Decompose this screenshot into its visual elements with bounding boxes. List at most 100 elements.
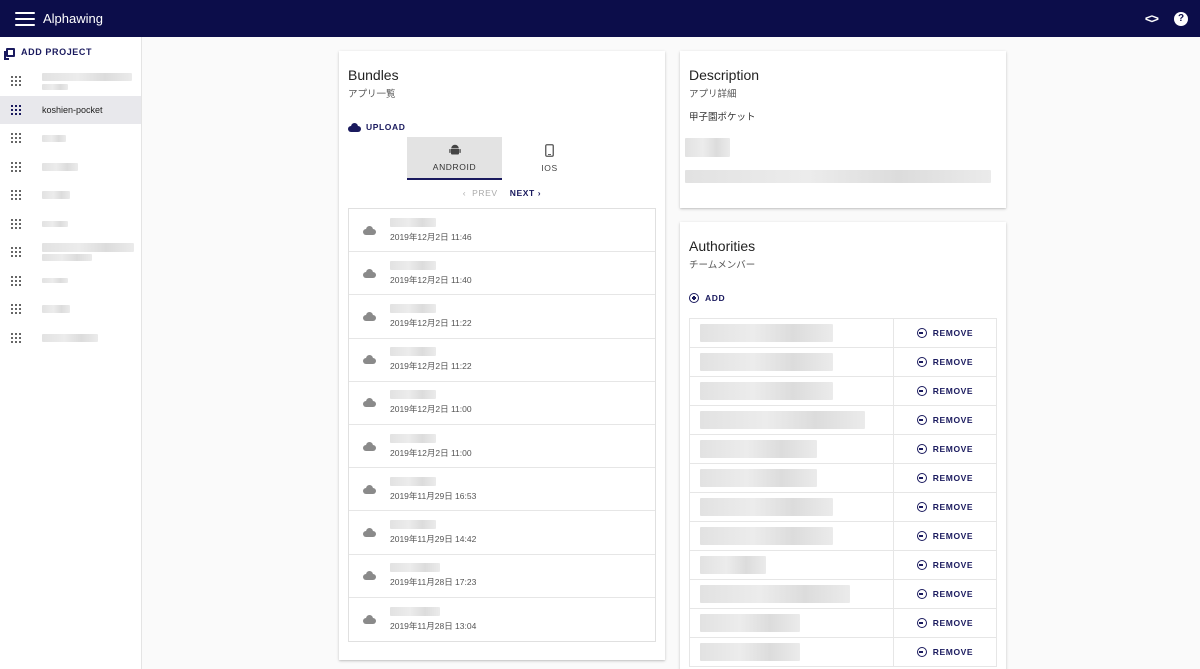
tab-ios-label: IOS (541, 163, 558, 173)
remove-circle-icon (916, 560, 927, 570)
redacted-bundle-name (390, 260, 436, 270)
upload-label: UPLOAD (366, 122, 406, 132)
redacted-member (700, 469, 817, 487)
apps-icon (11, 133, 21, 144)
remove-circle-icon (916, 444, 927, 454)
sidebar-project-label: koshien-pocket (42, 104, 103, 115)
cloud-download-icon (363, 355, 376, 365)
redacted-member (700, 585, 850, 603)
sidebar-project-item[interactable] (0, 210, 141, 239)
android-icon (448, 144, 461, 154)
redacted-bundle-name (390, 433, 436, 443)
bundle-date: 2019年12月2日 11:22 (390, 361, 472, 372)
remove-button[interactable]: REMOVE (893, 405, 997, 435)
bundle-row[interactable]: 2019年11月28日 17:23 (349, 555, 655, 598)
remove-button[interactable]: REMOVE (893, 550, 997, 580)
sidebar-project-item[interactable] (0, 124, 141, 153)
tab-ios[interactable]: IOS (502, 137, 597, 180)
remove-button[interactable]: REMOVE (893, 318, 997, 348)
sidebar-project-item[interactable] (0, 181, 141, 210)
redacted-bundle-name (390, 563, 440, 573)
sidebar-project-item[interactable] (0, 267, 141, 296)
bundles-title: Bundles (348, 67, 399, 83)
bundle-row[interactable]: 2019年11月29日 14:42 (349, 511, 655, 555)
cloud-download-icon (363, 268, 376, 278)
help-icon[interactable]: ? (1174, 11, 1188, 26)
bundle-row[interactable]: 2019年11月28日 13:04 (349, 598, 655, 641)
remove-button[interactable]: REMOVE (893, 579, 997, 609)
sidebar-project-item[interactable] (0, 153, 141, 182)
cloud-download-icon (363, 571, 376, 581)
cloud-download-icon (363, 441, 376, 451)
redacted-project-name (42, 278, 68, 284)
apps-icon (11, 161, 21, 172)
cloud-download-icon (363, 614, 376, 624)
bundle-date: 2019年11月29日 16:53 (390, 490, 477, 501)
apps-icon (11, 275, 21, 286)
member-row: REMOVE (690, 463, 997, 493)
sidebar-project-item[interactable] (0, 324, 141, 353)
remove-circle-icon (916, 386, 927, 396)
remove-button[interactable]: REMOVE (893, 463, 997, 493)
remove-button[interactable]: REMOVE (893, 376, 997, 406)
remove-button[interactable]: REMOVE (893, 521, 997, 551)
bundle-date: 2019年12月2日 11:40 (390, 274, 472, 285)
member-row: REMOVE (690, 579, 997, 609)
app-bar: Alphawing <> ? (0, 0, 1200, 37)
member-row: REMOVE (690, 347, 997, 377)
redacted-bundle-name (390, 519, 436, 529)
remove-button[interactable]: REMOVE (893, 434, 997, 464)
sidebar-project-item[interactable] (0, 295, 141, 324)
member-row: REMOVE (690, 492, 997, 522)
redacted-project-name (42, 333, 98, 342)
redacted-bundle-name (390, 390, 436, 400)
library-add-icon (4, 47, 15, 60)
cloud-upload-icon (348, 122, 361, 132)
bundle-row[interactable]: 2019年12月2日 11:00 (349, 425, 655, 469)
sidebar-project-item[interactable] (0, 67, 141, 96)
redacted-member (700, 556, 766, 574)
remove-button[interactable]: REMOVE (893, 608, 997, 638)
menu-icon[interactable] (15, 11, 35, 26)
member-row: REMOVE (690, 434, 997, 464)
bundle-row[interactable]: 2019年12月2日 11:22 (349, 339, 655, 382)
redacted-member (700, 440, 817, 458)
redacted-member (700, 353, 833, 371)
prev-page-button[interactable]: ‹ PREV (463, 188, 498, 198)
apps-icon (11, 304, 21, 315)
redacted-project-name (42, 72, 132, 81)
bundle-row[interactable]: 2019年12月2日 11:00 (349, 382, 655, 425)
member-row: REMOVE (690, 608, 997, 638)
cloud-download-icon (363, 311, 376, 321)
bundle-row[interactable]: 2019年12月2日 11:40 (349, 252, 655, 296)
bundle-list: 2019年12月2日 11:46 2019年12月2日 11:40 2019年1… (348, 208, 656, 642)
apps-icon (11, 104, 21, 115)
apps-icon (11, 332, 21, 343)
sidebar-project-item-active[interactable]: koshien-pocket (0, 95, 141, 124)
cloud-download-icon (363, 225, 376, 235)
bundle-row[interactable]: 2019年11月29日 16:53 (349, 468, 655, 512)
tab-android[interactable]: ANDROID (407, 137, 502, 180)
remove-circle-icon (916, 618, 927, 628)
remove-button[interactable]: REMOVE (893, 492, 997, 522)
sidebar-project-item[interactable] (0, 238, 141, 267)
remove-button[interactable]: REMOVE (893, 637, 997, 667)
description-title: Description (689, 67, 760, 83)
pagination: ‹ PREV NEXT › (339, 188, 665, 198)
bundle-row[interactable]: 2019年12月2日 11:46 (349, 209, 655, 253)
next-page-button[interactable]: NEXT › (510, 188, 541, 198)
redacted-member (700, 498, 833, 516)
authorities-subtitle: チームメンバー (689, 260, 756, 271)
add-project-label: ADD PROJECT (21, 47, 93, 57)
add-member-button[interactable]: ADD (689, 293, 997, 303)
apps-icon (11, 218, 21, 229)
upload-button[interactable]: UPLOAD (348, 122, 656, 132)
add-project-button[interactable]: ADD PROJECT (0, 37, 141, 67)
remove-circle-icon (916, 473, 927, 483)
remove-button[interactable]: REMOVE (893, 347, 997, 377)
remove-circle-icon (916, 357, 927, 367)
redacted-bundle-name (390, 303, 436, 313)
description-card: Description アプリ詳細 甲子園ポケット (680, 51, 1006, 208)
bundle-row[interactable]: 2019年12月2日 11:22 (349, 295, 655, 339)
code-icon[interactable]: <> (1145, 11, 1159, 26)
